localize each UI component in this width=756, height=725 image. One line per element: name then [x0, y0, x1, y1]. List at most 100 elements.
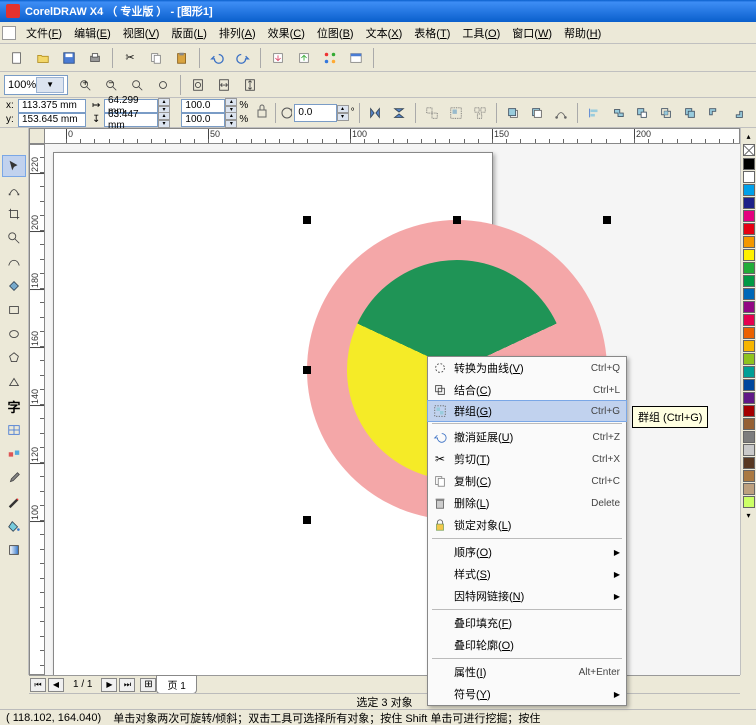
first-page-button[interactable]: ⏮ [30, 678, 46, 692]
scale-y-input[interactable]: 100.0 [181, 113, 225, 127]
selection-handle[interactable] [603, 216, 611, 224]
next-page-button[interactable]: ▶ [101, 678, 117, 692]
color-swatch[interactable] [743, 262, 755, 274]
ungroup-all-button[interactable] [470, 102, 490, 124]
trim-button[interactable] [632, 102, 652, 124]
color-swatch[interactable] [743, 158, 755, 170]
color-swatch[interactable] [743, 301, 755, 313]
menu-v[interactable]: 视图(V) [117, 23, 166, 43]
ctx-叠印填充[interactable]: 叠印填充(F) [428, 612, 626, 634]
app-launcher-button[interactable] [319, 47, 341, 69]
to-back-button[interactable] [527, 102, 547, 124]
rotation-input[interactable]: 0.0 [294, 104, 336, 122]
shape-tool[interactable] [2, 179, 26, 201]
menu-o[interactable]: 工具(O) [456, 23, 506, 43]
color-swatch[interactable] [743, 483, 755, 495]
intersect-button[interactable] [656, 102, 676, 124]
basic-shapes-tool[interactable] [2, 371, 26, 393]
pick-tool[interactable] [2, 155, 26, 177]
color-swatch[interactable] [743, 366, 755, 378]
horizontal-ruler[interactable]: 050100150200 [29, 128, 740, 144]
ctx-undo-stretch-icon[interactable]: 撤消延展(U)Ctrl+Z [428, 426, 626, 448]
to-front-button[interactable] [503, 102, 523, 124]
ctx-group-icon[interactable]: 群组(G)Ctrl+G [427, 400, 627, 422]
paste-button[interactable] [171, 47, 193, 69]
freehand-tool[interactable] [2, 251, 26, 273]
color-swatch[interactable] [743, 210, 755, 222]
import-button[interactable] [267, 47, 289, 69]
ctx-cut-icon[interactable]: ✂剪切(T)Ctrl+X [428, 448, 626, 470]
interactive-fill-tool[interactable] [2, 539, 26, 561]
outline-tool[interactable] [2, 491, 26, 513]
spin-down[interactable]: ▾ [337, 113, 349, 121]
text-tool[interactable]: 字 [2, 395, 26, 417]
spin-down[interactable]: ▾ [225, 120, 237, 128]
color-swatch[interactable] [743, 249, 755, 261]
mirror-vertical-button[interactable] [389, 102, 409, 124]
color-swatch[interactable] [743, 392, 755, 404]
menu-b[interactable]: 位图(B) [311, 23, 360, 43]
last-page-button[interactable]: ⏭ [119, 678, 135, 692]
menu-x[interactable]: 文本(X) [360, 23, 409, 43]
menu-l[interactable]: 版面(L) [165, 23, 212, 43]
color-swatch[interactable] [743, 314, 755, 326]
vertical-ruler[interactable]: 220200180160140120100 [29, 144, 45, 675]
no-color-swatch[interactable] [743, 144, 755, 156]
ctx-因特网链接[interactable]: 因特网链接(N)▶ [428, 585, 626, 607]
back-minus-front-button[interactable] [728, 102, 748, 124]
fill-tool[interactable] [2, 515, 26, 537]
color-swatch[interactable] [743, 353, 755, 365]
color-swatch[interactable] [743, 171, 755, 183]
lock-aspect-button[interactable] [255, 100, 268, 126]
group-button[interactable] [446, 102, 466, 124]
copy-button[interactable] [145, 47, 167, 69]
menu-a[interactable]: 排列(A) [213, 23, 262, 43]
zoom-in-button[interactable]: + [74, 74, 96, 96]
menu-t[interactable]: 表格(T) [408, 23, 456, 43]
zoom-height-button[interactable] [239, 74, 261, 96]
ctx-顺序[interactable]: 顺序(O)▶ [428, 541, 626, 563]
color-swatch[interactable] [743, 496, 755, 508]
color-swatch[interactable] [743, 457, 755, 469]
spin-up[interactable]: ▴ [225, 112, 237, 120]
y-input[interactable]: 153.645 mm [18, 113, 86, 127]
scale-x-input[interactable]: 100.0 [181, 99, 225, 113]
zoom-tool[interactable] [2, 227, 26, 249]
color-swatch[interactable] [743, 197, 755, 209]
save-button[interactable] [58, 47, 80, 69]
menu-w[interactable]: 窗口(W) [506, 23, 558, 43]
zoom-out-button[interactable]: − [100, 74, 122, 96]
ctx-样式[interactable]: 样式(S)▶ [428, 563, 626, 585]
rectangle-tool[interactable] [2, 299, 26, 321]
color-swatch[interactable] [743, 431, 755, 443]
zoom-all-button[interactable] [152, 74, 174, 96]
ctx-lock-icon[interactable]: 锁定对象(L) [428, 514, 626, 536]
zoom-combo[interactable]: 100% ▼ [4, 75, 68, 95]
color-swatch[interactable] [743, 223, 755, 235]
mirror-horizontal-button[interactable] [365, 102, 385, 124]
menu-c[interactable]: 效果(C) [262, 23, 311, 43]
selection-handle[interactable] [303, 366, 311, 374]
height-input[interactable]: 63.447 mm [104, 113, 158, 127]
polygon-tool[interactable] [2, 347, 26, 369]
ctx-属性[interactable]: 属性(I)Alt+Enter [428, 661, 626, 683]
spin-up[interactable]: ▴ [337, 105, 349, 113]
x-input[interactable]: 113.375 mm [18, 99, 86, 113]
menu-e[interactable]: 编辑(E) [68, 23, 117, 43]
page-tab[interactable]: 页 1 [156, 675, 196, 694]
zoom-page-button[interactable] [187, 74, 209, 96]
ctx-符号[interactable]: 符号(Y)▶ [428, 683, 626, 705]
menu-f[interactable]: 文件(F) [20, 23, 68, 43]
prev-page-button[interactable]: ◀ [48, 678, 64, 692]
convert-curves-button[interactable] [551, 102, 571, 124]
align-button[interactable] [584, 102, 604, 124]
spin-up[interactable]: ▴ [158, 98, 170, 106]
color-swatch[interactable] [743, 288, 755, 300]
front-minus-back-button[interactable] [704, 102, 724, 124]
welcome-button[interactable] [345, 47, 367, 69]
palette-up-button[interactable]: ▴ [746, 132, 750, 141]
selection-handle[interactable] [303, 516, 311, 524]
color-swatch[interactable] [743, 379, 755, 391]
color-swatch[interactable] [743, 327, 755, 339]
color-swatch[interactable] [743, 405, 755, 417]
